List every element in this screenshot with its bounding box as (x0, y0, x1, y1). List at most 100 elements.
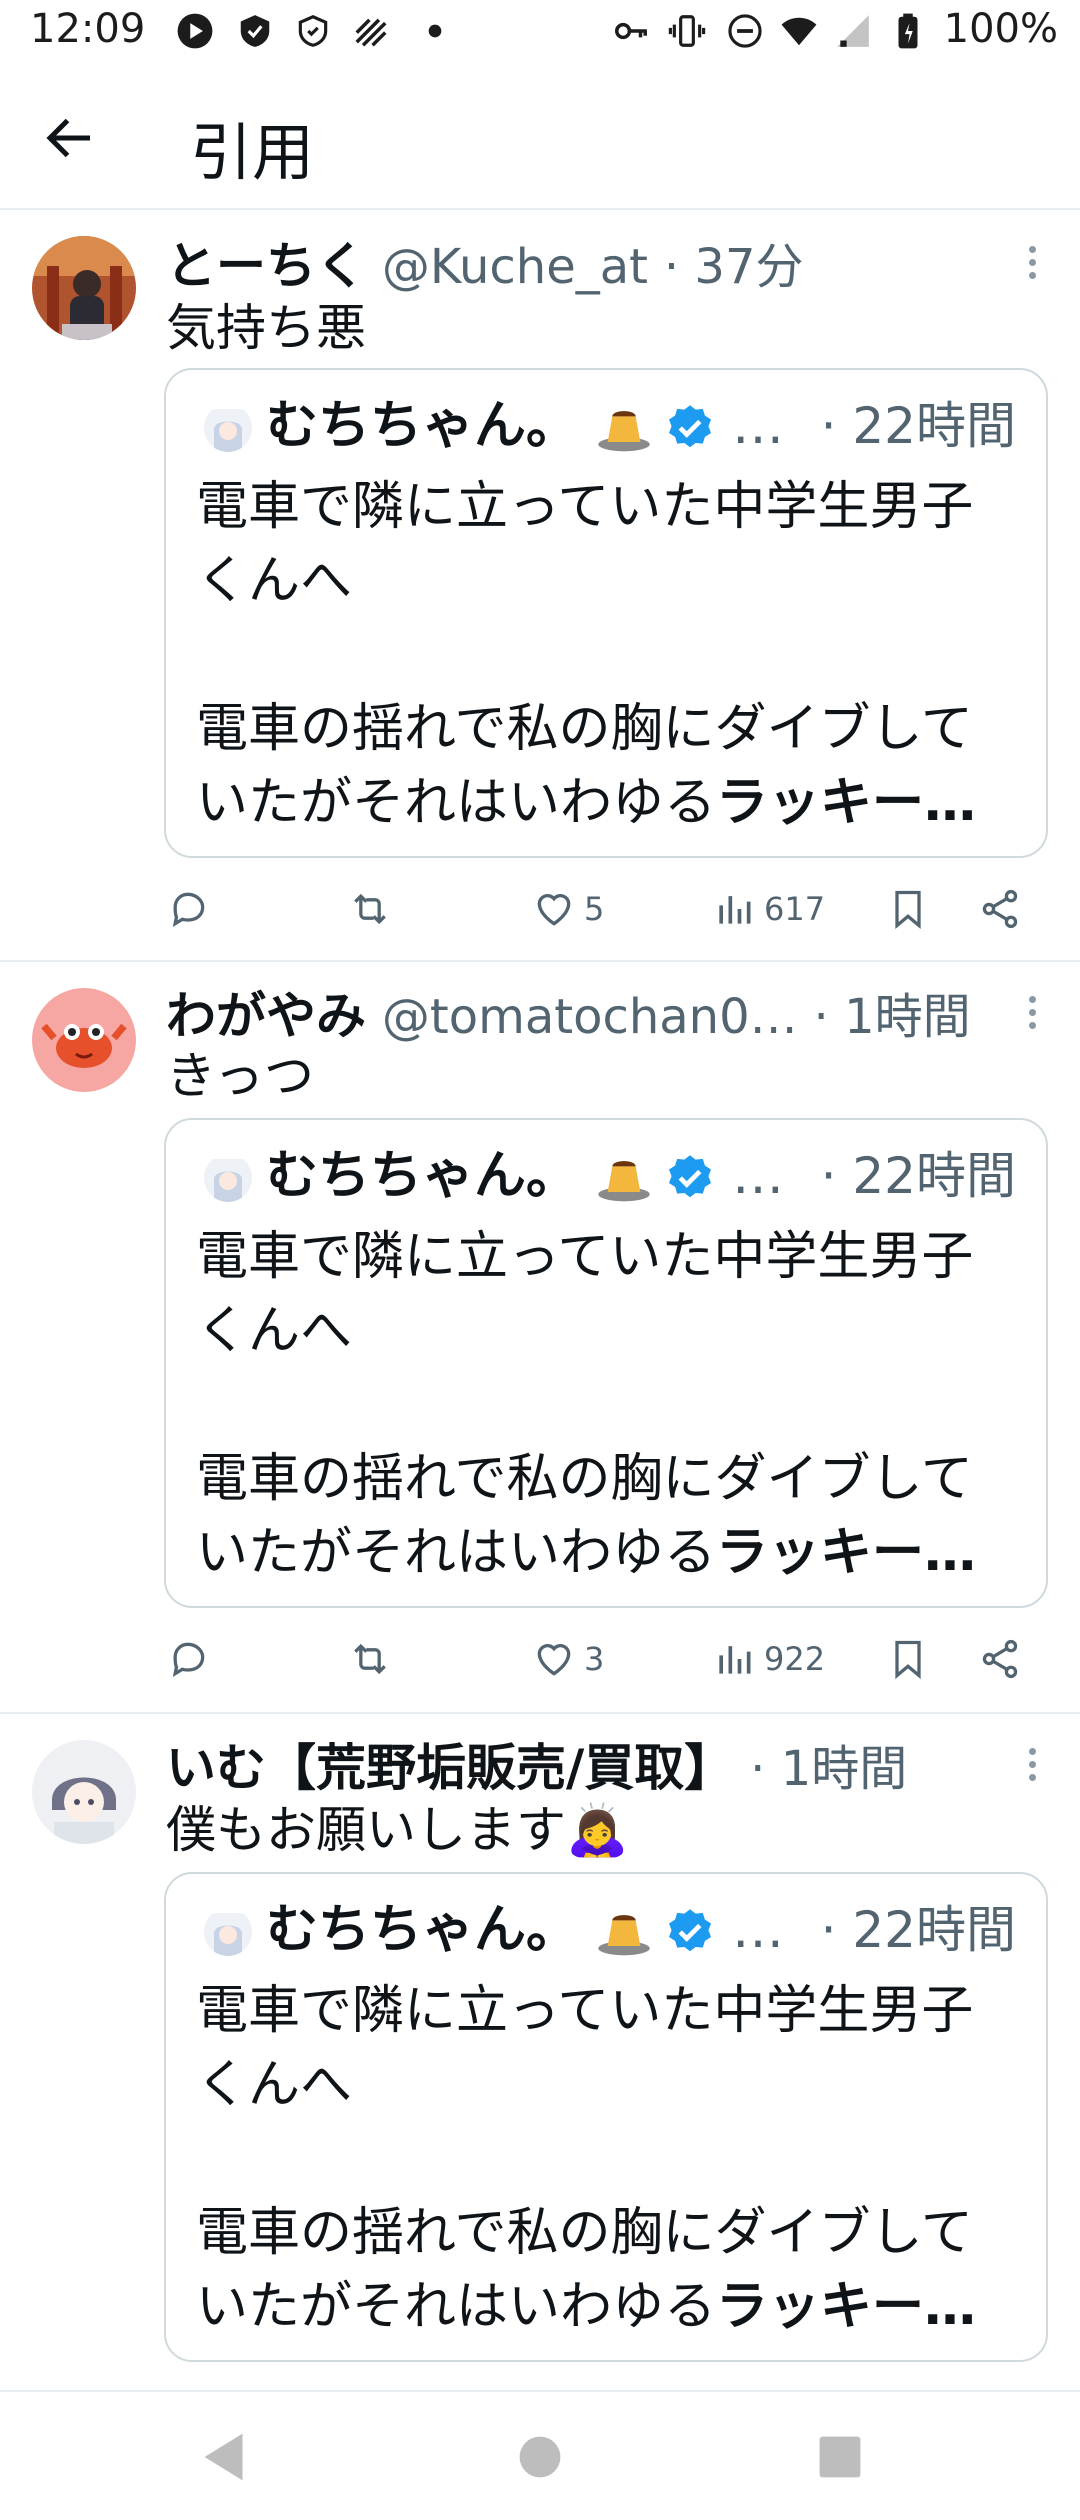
retweet-button[interactable] (348, 874, 392, 944)
pudding-emoji-icon (598, 411, 650, 452)
quoted-line: 電車の揺れで私の胸にダイブして (196, 2203, 973, 2263)
like-count: 3 (584, 1640, 605, 1678)
quoted-line: くんへ (196, 2055, 353, 2115)
tweet-header: とーちく @Kuche_at · 37分 (166, 234, 990, 298)
avatar[interactable] (32, 1740, 136, 1844)
tweet[interactable]: とーちく @Kuche_at · 37分 気持ち悪 むちちゃん。 … · 22時… (0, 212, 1080, 962)
views-button[interactable]: 617 (712, 874, 825, 944)
quoted-tweet[interactable]: むちちゃん。 … · 22時間 電車で隣に立っていた中学生男子 くんへ 電車の揺… (164, 1118, 1048, 1608)
like-button[interactable]: 3 (532, 1624, 604, 1694)
bookmark-button[interactable] (886, 1624, 930, 1694)
share-button[interactable] (978, 874, 1022, 944)
quoted-ellipsis: … (732, 396, 784, 456)
tweet-actions: 5 617 (166, 874, 1046, 944)
timestamp[interactable]: · 1時間 (750, 1741, 907, 1797)
display-name[interactable]: いむ【荒野垢販売/買取】 (166, 1739, 734, 1797)
quoted-tweet-header: むちちゃん。 … · 22時間 (196, 1894, 1016, 1966)
vibrate-icon (668, 15, 706, 47)
avatar[interactable] (32, 988, 136, 1092)
dot-icon (428, 24, 442, 38)
quoted-line: 電車で隣に立っていた中学生男子 (196, 1981, 974, 2041)
tweet[interactable]: いむ【荒野垢販売/買取】 · 1時間 僕もお願いします🙇‍♀️ むちちゃん。 …… (0, 1714, 1080, 2390)
reply-icon (172, 1642, 205, 1677)
handle[interactable]: @Kuche_at (382, 239, 648, 295)
reply-button[interactable] (166, 1624, 210, 1694)
pudding-emoji-icon (598, 1161, 650, 1202)
share-icon (982, 1639, 1018, 1679)
quoted-line: いたがそれはいわゆるラッキー… (196, 1523, 977, 1583)
quoted-timestamp: · 22時間 (820, 1147, 1016, 1205)
key-icon (615, 22, 647, 40)
more-options-icon[interactable] (1024, 990, 1040, 1050)
share-button[interactable] (978, 1624, 1022, 1694)
quoted-line: いたがそれはいわゆるラッキー… (196, 773, 977, 833)
nav-recents-icon[interactable] (805, 2422, 875, 2492)
view-count: 922 (764, 1640, 826, 1678)
handle[interactable]: @tomatochan0… (382, 989, 798, 1045)
status-bar: 12:09 100% (0, 0, 1080, 66)
heart-icon (537, 894, 571, 926)
nav-home-icon[interactable] (505, 2422, 575, 2492)
bookmark-icon (895, 890, 921, 930)
retweet-button[interactable] (348, 1624, 392, 1694)
tweet-text: 気持ち悪 (166, 299, 366, 357)
back-arrow-icon[interactable] (40, 108, 100, 168)
timestamp[interactable]: · 1時間 (814, 989, 971, 1045)
views-button[interactable]: 922 (712, 1624, 825, 1694)
view-count: 617 (764, 890, 826, 928)
pudding-emoji-icon (598, 1915, 650, 1956)
quoted-tweet-header: むちちゃん。 … · 22時間 (196, 390, 1016, 462)
views-chart-icon (719, 896, 751, 924)
battery-icon (898, 13, 918, 49)
quoted-avatar (204, 1908, 252, 1956)
verified-badge-icon (668, 1155, 712, 1198)
quoted-line: いたがそれはいわゆるラッキー… (196, 2277, 977, 2337)
app-bar: 引用 (0, 66, 1080, 210)
quoted-display-name: むちちゃん。 (266, 1900, 579, 1960)
quoted-avatar (204, 404, 252, 452)
heart-icon (537, 1644, 571, 1676)
quoted-tweet-header: むちちゃん。 … · 22時間 (196, 1140, 1016, 1212)
display-name[interactable]: とーちく (166, 237, 366, 295)
status-time: 12:09 (30, 6, 146, 52)
tweet-actions: 3 922 (166, 1624, 1046, 1694)
avatar[interactable] (32, 236, 136, 340)
bookmark-icon (895, 1640, 921, 1680)
like-count: 5 (584, 890, 605, 928)
quoted-line: 電車の揺れで私の胸にダイブして (196, 699, 973, 759)
tweet-text: きっつ (166, 1047, 314, 1105)
system-nav-bar (0, 2390, 1080, 2520)
quoted-ellipsis: … (732, 1900, 784, 1960)
stripes-icon (355, 18, 387, 47)
like-button[interactable]: 5 (532, 874, 604, 944)
quoted-display-name: むちちゃん。 (266, 1146, 579, 1206)
views-chart-icon (719, 1646, 751, 1674)
quoted-line: くんへ (196, 1301, 353, 1361)
shield-outline-icon (298, 15, 328, 47)
retweet-icon (354, 893, 386, 925)
quoted-tweet[interactable]: むちちゃん。 … · 22時間 電車で隣に立っていた中学生男子 くんへ 電車の揺… (164, 368, 1048, 858)
battery-percent: 100% (943, 6, 1058, 52)
quoted-timestamp: · 22時間 (820, 1901, 1016, 1959)
quoted-tweet-text: 電車で隣に立っていた中学生男子 くんへ 電車の揺れで私の胸にダイブして いたがそ… (196, 1220, 1016, 1590)
wifi-icon (781, 17, 817, 46)
reply-button[interactable] (166, 874, 210, 944)
quoted-tweet[interactable]: むちちゃん。 … · 22時間 電車で隣に立っていた中学生男子 くんへ 電車の揺… (164, 1872, 1048, 2362)
quoted-ellipsis: … (732, 1146, 784, 1206)
verified-badge-icon (668, 1909, 712, 1952)
signal-icon (837, 15, 869, 47)
tweet-header: いむ【荒野垢販売/買取】 · 1時間 (166, 1736, 990, 1800)
quoted-line: くんへ (196, 551, 353, 611)
share-icon (982, 889, 1018, 929)
display-name[interactable]: わがやみ (166, 987, 366, 1045)
tweet-header: わがやみ @tomatochan0… · 1時間 (166, 984, 990, 1048)
timestamp[interactable]: · 37分 (664, 239, 804, 295)
quoted-line: 電車の揺れで私の胸にダイブして (196, 1449, 973, 1509)
tweet[interactable]: わがやみ @tomatochan0… · 1時間 きっつ むちちゃん。 … · … (0, 962, 1080, 1714)
bookmark-button[interactable] (886, 874, 930, 944)
more-options-icon[interactable] (1024, 240, 1040, 300)
nav-back-icon[interactable] (190, 2422, 260, 2492)
more-options-icon[interactable] (1024, 1742, 1040, 1802)
reply-icon (172, 892, 205, 927)
quoted-tweet-text: 電車で隣に立っていた中学生男子 くんへ 電車の揺れで私の胸にダイブして いたがそ… (196, 1974, 1016, 2344)
